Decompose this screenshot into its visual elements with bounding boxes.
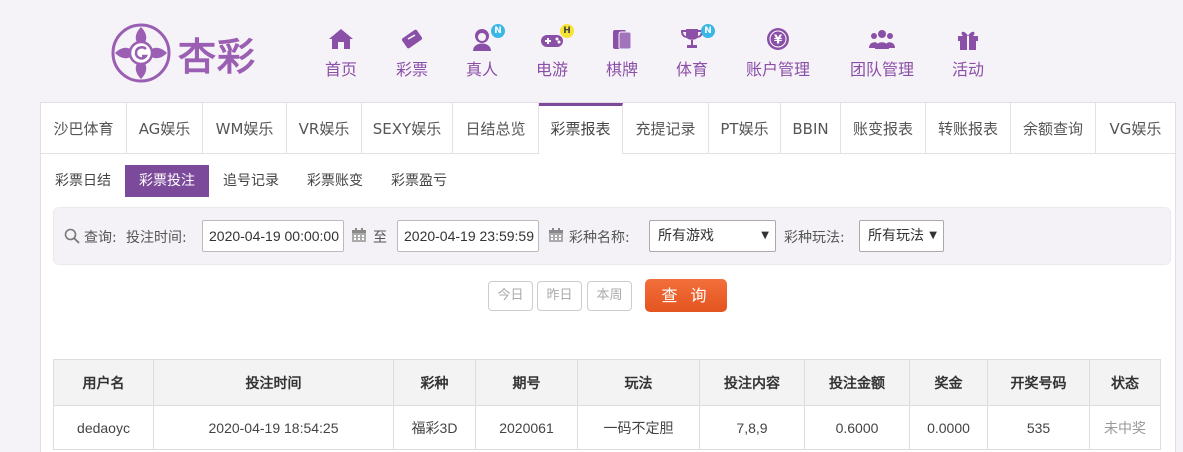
yen-coin-icon: ¥ [742, 26, 814, 52]
this-week-button[interactable]: 本周 [587, 281, 632, 311]
tab-transfer-report[interactable]: 转账报表 [926, 103, 1011, 153]
bet-records-table: 用户名 投注时间 彩种 期号 玩法 投注内容 投注金额 奖金 开奖号码 状态 d… [53, 359, 1161, 450]
col-play: 玩法 [577, 359, 700, 406]
tab-account-changes[interactable]: 账变报表 [841, 103, 926, 153]
subtab-lottery-profit-loss[interactable]: 彩票盈亏 [377, 165, 461, 197]
today-button[interactable]: 今日 [488, 281, 533, 311]
nav-home[interactable]: 首页 [318, 26, 364, 82]
table-header-row: 用户名 投注时间 彩种 期号 玩法 投注内容 投注金额 奖金 开奖号码 状态 [53, 359, 1161, 406]
calendar-icon [549, 228, 563, 242]
col-winning-number: 开奖号码 [987, 359, 1090, 406]
tab-wm[interactable]: WM娱乐 [203, 103, 287, 153]
hot-badge: H [560, 24, 574, 38]
new-badge: N [701, 24, 715, 38]
play-type-select[interactable]: 所有玩法 ▼ [859, 220, 944, 252]
search-icon [64, 228, 80, 244]
trophy-icon: N [670, 24, 715, 52]
nav-team[interactable]: 团队管理 [846, 26, 918, 82]
col-issue: 期号 [475, 359, 578, 406]
nav-live[interactable]: N 真人 [460, 24, 505, 82]
play-type-label: 彩种玩法: [784, 230, 845, 246]
query-button[interactable]: 查 询 [645, 279, 727, 312]
nav-lottery[interactable]: 彩票 [390, 26, 434, 82]
nav-slots[interactable]: H 电游 [530, 24, 574, 82]
tab-vg[interactable]: VG娱乐 [1096, 103, 1175, 153]
col-status: 状态 [1089, 359, 1161, 406]
logo-emblem-icon [111, 23, 171, 83]
col-username: 用户名 [53, 359, 154, 406]
col-bet-time: 投注时间 [153, 359, 394, 406]
subtab-lottery-account-changes[interactable]: 彩票账变 [293, 165, 377, 197]
lottery-subtabs: 彩票日结 彩票投注 追号记录 彩票账变 彩票盈亏 [41, 165, 461, 197]
ticket-icon [390, 26, 434, 52]
cell-play: 一码不定胆 [577, 405, 700, 450]
table-row: dedaoyc 2020-04-19 18:54:25 福彩3D 2020061… [53, 405, 1161, 450]
cell-winning-number: 535 [987, 405, 1090, 450]
yesterday-button[interactable]: 昨日 [537, 281, 582, 311]
filter-bar: 查询: 投注时间: 2020-04-19 00:00:00 至 2020-04-… [53, 207, 1171, 265]
tab-bbin[interactable]: BBIN [781, 103, 841, 153]
nav-sports[interactable]: N 体育 [670, 24, 715, 82]
lottery-name-label: 彩种名称: [569, 230, 630, 246]
cell-bet-amount: 0.6000 [804, 405, 910, 450]
dropdown-arrow-icon: ▼ [929, 230, 937, 241]
team-icon [846, 26, 918, 52]
home-icon [318, 26, 364, 52]
col-prize: 奖金 [909, 359, 988, 406]
tab-lottery-report[interactable]: 彩票报表 [539, 103, 623, 154]
tab-vr[interactable]: VR娱乐 [287, 103, 362, 153]
live-dealer-icon: N [460, 24, 505, 52]
tab-ag[interactable]: AG娱乐 [127, 103, 203, 153]
cell-bet-content: 7,8,9 [699, 405, 805, 450]
tab-pt[interactable]: PT娱乐 [709, 103, 781, 153]
cell-lottery: 福彩3D [393, 405, 476, 450]
cell-prize: 0.0000 [909, 405, 988, 450]
tab-balance-query[interactable]: 余额查询 [1011, 103, 1096, 153]
query-label: 查询: [84, 230, 117, 246]
gift-icon [948, 26, 988, 52]
lottery-name-select[interactable]: 所有游戏 ▼ [649, 220, 776, 252]
cards-icon [600, 26, 644, 52]
col-bet-amount: 投注金额 [804, 359, 910, 406]
cell-status: 未中奖 [1089, 405, 1161, 450]
brand-name: 杏彩 [178, 33, 257, 79]
bet-time-label: 投注时间: [126, 230, 187, 246]
col-lottery: 彩种 [393, 359, 476, 406]
cell-username: dedaoyc [53, 405, 154, 450]
tab-daily-overview[interactable]: 日结总览 [453, 103, 539, 153]
to-label: 至 [373, 230, 387, 246]
tab-sexy[interactable]: SEXY娱乐 [362, 103, 453, 153]
cell-bet-time: 2020-04-19 18:54:25 [153, 405, 394, 450]
start-time-input[interactable]: 2020-04-19 00:00:00 [202, 220, 344, 252]
dropdown-arrow-icon: ▼ [761, 230, 769, 241]
subtab-chase-records[interactable]: 追号记录 [209, 165, 293, 197]
top-header: 杏彩 首页 彩票 N 真人 H 电游 棋牌 N 体育 ¥ 账户管理 团队管理 活… [0, 0, 1183, 102]
gamepad-icon: H [530, 24, 574, 52]
nav-chess-cards[interactable]: 棋牌 [600, 26, 644, 82]
nav-account[interactable]: ¥ 账户管理 [742, 26, 814, 82]
col-bet-content: 投注内容 [699, 359, 805, 406]
brand-logo[interactable]: 杏彩 [110, 22, 256, 84]
subtab-lottery-daily[interactable]: 彩票日结 [41, 165, 125, 197]
tab-saba-sports[interactable]: 沙巴体育 [41, 103, 127, 153]
report-panel: 沙巴体育 AG娱乐 WM娱乐 VR娱乐 SEXY娱乐 日结总览 彩票报表 充提记… [40, 102, 1176, 452]
calendar-icon [352, 228, 366, 242]
svg-text:¥: ¥ [774, 33, 783, 47]
subtab-lottery-bets[interactable]: 彩票投注 [125, 165, 209, 197]
tab-deposit-withdraw[interactable]: 充提记录 [623, 103, 709, 153]
cell-issue: 2020061 [475, 405, 578, 450]
end-time-input[interactable]: 2020-04-19 23:59:59 [397, 220, 539, 252]
nav-promotions[interactable]: 活动 [948, 26, 988, 82]
new-badge: N [491, 24, 505, 38]
report-tabs: 沙巴体育 AG娱乐 WM娱乐 VR娱乐 SEXY娱乐 日结总览 彩票报表 充提记… [41, 103, 1175, 154]
